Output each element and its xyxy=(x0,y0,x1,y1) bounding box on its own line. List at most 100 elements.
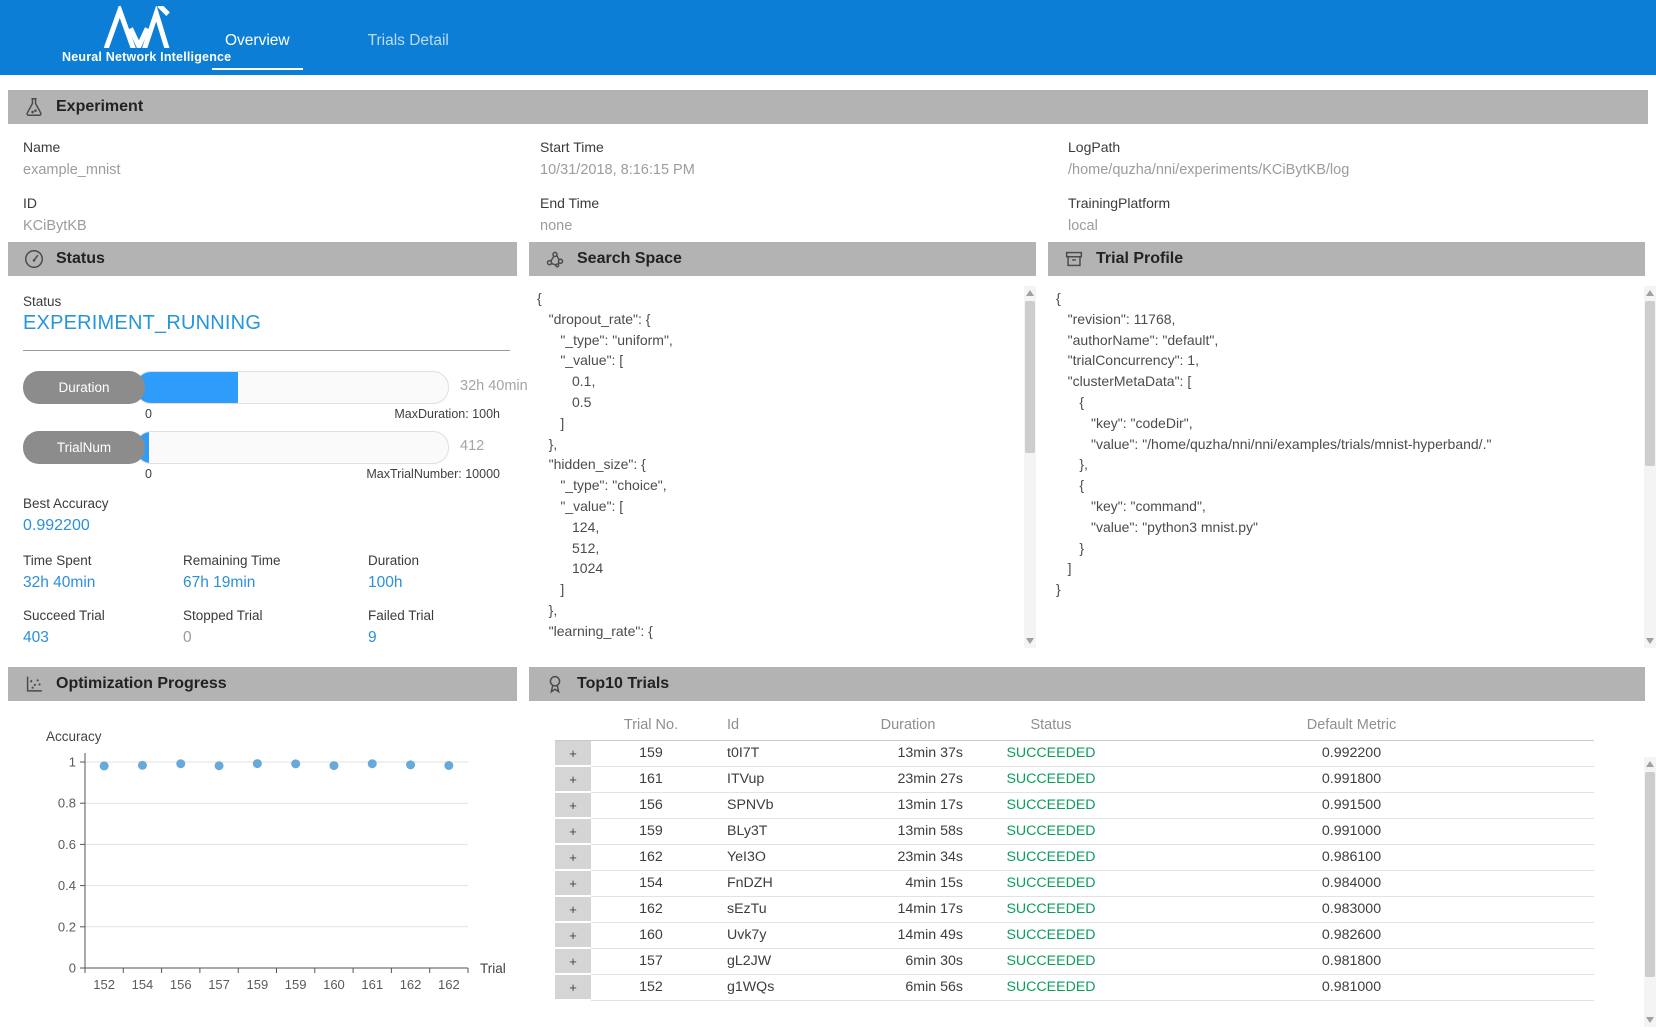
range-max: MaxTrialNumber: 10000 xyxy=(366,467,500,481)
scroll-thumb[interactable] xyxy=(1645,772,1655,977)
json-line: "_value": [ xyxy=(537,496,1036,517)
json-line: ] xyxy=(537,413,1036,434)
data-point xyxy=(406,760,415,769)
range-min: 0 xyxy=(145,467,152,481)
stat-value: 403 xyxy=(23,629,183,647)
svg-text:154: 154 xyxy=(132,977,154,992)
top10-section-header: Top10 Trials xyxy=(529,667,1645,701)
progress-bar-fill xyxy=(136,372,238,403)
cell-duration: 6min 56s xyxy=(823,974,993,1000)
expand-row-button[interactable]: + xyxy=(555,974,591,1000)
json-line: "_value": [ xyxy=(537,350,1036,371)
cell-trial-no: 161 xyxy=(591,766,711,792)
stat-label: Duration xyxy=(368,553,517,568)
cell-default-metric: 0.992200 xyxy=(1109,741,1594,767)
status-label: Status xyxy=(23,294,517,309)
field-label: Start Time xyxy=(540,136,1068,158)
cell-trial-no: 159 xyxy=(591,818,711,844)
trial-profile-scrollbar[interactable] xyxy=(1644,286,1656,648)
expand-row-button[interactable]: + xyxy=(555,870,591,896)
cell-id: t0I7T xyxy=(711,741,823,767)
divider xyxy=(23,350,510,351)
svg-text:156: 156 xyxy=(170,977,192,992)
data-point xyxy=(215,761,224,770)
table-row: +162sEzTu14min 17sSUCCEEDED0.983000 xyxy=(555,896,1594,922)
experiment-title: Experiment xyxy=(56,98,143,116)
cell-trial-no: 152 xyxy=(591,974,711,1000)
stat-label: Stopped Trial xyxy=(183,608,368,623)
json-line: 512, xyxy=(537,538,1036,559)
column-header-expander xyxy=(555,717,591,741)
progress-bar-range: 0 MaxTrialNumber: 10000 xyxy=(145,467,500,481)
search-space-title: Search Space xyxy=(577,250,682,268)
experiment-section-header: Experiment xyxy=(8,90,1648,124)
gauge-icon xyxy=(23,248,45,270)
scroll-up-arrow[interactable] xyxy=(1644,757,1656,770)
stat-remaining-time: Remaining Time67h 19min xyxy=(183,553,368,592)
svg-text:161: 161 xyxy=(361,977,383,992)
data-point xyxy=(138,761,147,770)
trial-profile-section-header: Trial Profile xyxy=(1048,242,1645,276)
expand-row-button[interactable]: + xyxy=(555,766,591,792)
progress-bar-label: Duration xyxy=(23,371,145,404)
scroll-up-arrow[interactable] xyxy=(1024,286,1036,299)
expand-row-button[interactable]: + xyxy=(555,792,591,818)
json-line: "trialConcurrency": 1, xyxy=(1056,350,1656,371)
stat-value: 67h 19min xyxy=(183,574,368,592)
progress-bar-trialnum: TrialNum412 xyxy=(23,431,508,464)
field-value: example_mnist xyxy=(23,158,540,182)
scroll-down-arrow[interactable] xyxy=(1644,1014,1656,1027)
progress-bar-value: 32h 40min xyxy=(460,378,528,394)
progress-bars: Duration32h 40min0MaxDuration: 100hTrial… xyxy=(23,371,517,481)
svg-text:1: 1 xyxy=(69,755,76,770)
cell-trial-no: 156 xyxy=(591,792,711,818)
cell-status: SUCCEEDED xyxy=(993,896,1109,922)
json-line: { xyxy=(1056,475,1656,496)
cell-status: SUCCEEDED xyxy=(993,792,1109,818)
expand-row-button[interactable]: + xyxy=(555,741,591,767)
stat-time-spent: Time Spent32h 40min xyxy=(23,553,183,592)
cell-trial-no: 162 xyxy=(591,844,711,870)
expand-row-button[interactable]: + xyxy=(555,844,591,870)
json-line: "_type": "choice", xyxy=(537,475,1036,496)
search-space-scrollbar[interactable] xyxy=(1024,286,1036,648)
expand-row-button[interactable]: + xyxy=(555,948,591,974)
json-line: "key": "codeDir", xyxy=(1056,413,1656,434)
expand-row-button[interactable]: + xyxy=(555,818,591,844)
table-row: +152g1WQs6min 56sSUCCEEDED0.981000 xyxy=(555,974,1594,1000)
tab-overview[interactable]: Overview xyxy=(212,26,303,70)
stat-label: Time Spent xyxy=(23,553,183,568)
range-min: 0 xyxy=(145,407,152,421)
scroll-down-arrow[interactable] xyxy=(1644,635,1656,648)
optimization-title: Optimization Progress xyxy=(56,675,227,693)
svg-text:Accuracy: Accuracy xyxy=(46,729,102,744)
progress-bar-track xyxy=(135,371,449,404)
json-line: 1024 xyxy=(537,558,1036,579)
top10-scrollbar[interactable] xyxy=(1644,757,1656,1027)
nav-tabs: Overview Trials Detail xyxy=(212,26,462,70)
expand-row-button[interactable]: + xyxy=(555,922,591,948)
json-line: "value": "/home/quzha/nni/nni/examples/t… xyxy=(1056,434,1656,455)
cell-id: SPNVb xyxy=(711,792,823,818)
best-accuracy-value: 0.992200 xyxy=(23,517,517,535)
svg-text:0.6: 0.6 xyxy=(58,837,76,852)
cell-default-metric: 0.981800 xyxy=(1109,948,1594,974)
scroll-down-arrow[interactable] xyxy=(1024,635,1036,648)
json-line: 0.5 xyxy=(537,392,1036,413)
medal-icon xyxy=(544,673,566,695)
scroll-thumb[interactable] xyxy=(1645,301,1655,466)
cell-status: SUCCEEDED xyxy=(993,741,1109,767)
experiment-status-value: EXPERIMENT_RUNNING xyxy=(23,312,517,335)
cell-duration: 23min 27s xyxy=(823,766,993,792)
cell-duration: 13min 37s xyxy=(823,741,993,767)
stat-value: 9 xyxy=(368,629,517,647)
tab-trials-detail[interactable]: Trials Detail xyxy=(355,26,462,70)
table-row: +159BLy3T13min 58sSUCCEEDED0.991000 xyxy=(555,818,1594,844)
experiment-field: LogPath/home/quzha/nni/experiments/KCiBy… xyxy=(1068,136,1656,182)
scroll-up-arrow[interactable] xyxy=(1644,286,1656,299)
expand-row-button[interactable]: + xyxy=(555,896,591,922)
app-header: Neural Network Intelligence OverviewTria… xyxy=(0,0,1656,75)
scroll-thumb[interactable] xyxy=(1025,301,1035,453)
svg-text:0: 0 xyxy=(69,961,76,976)
experiment-field: End Timenone xyxy=(540,192,1068,238)
